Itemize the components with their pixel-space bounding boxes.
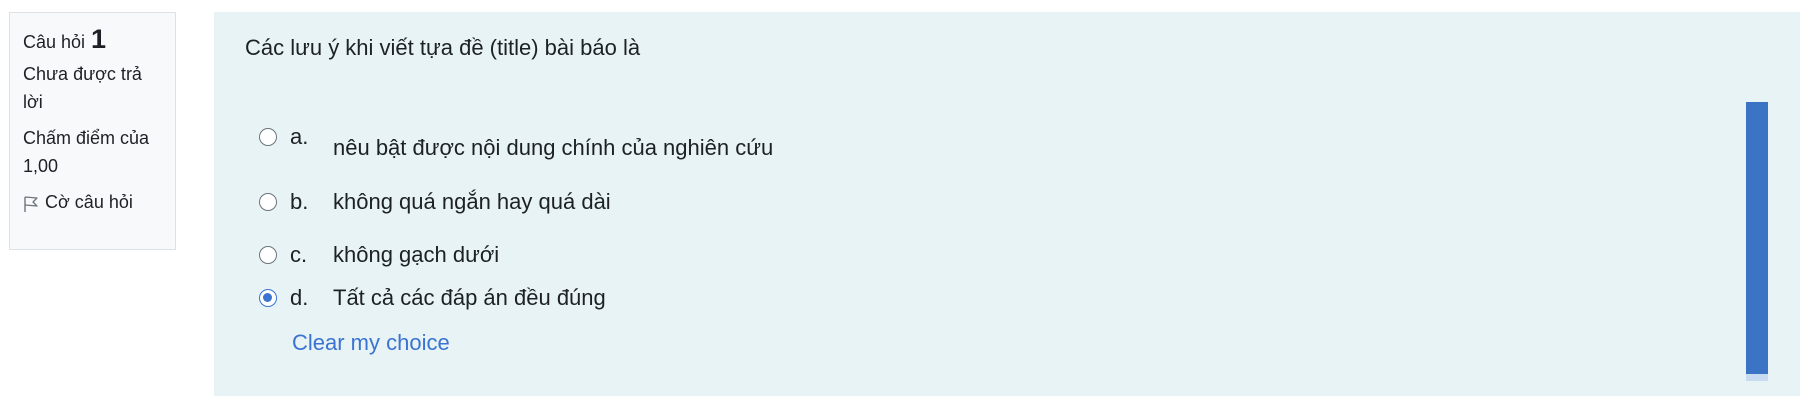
question-status: Chưa được trả lời xyxy=(23,64,142,112)
answer-option-d[interactable]: d. Tất cả các đáp án đều đúng xyxy=(259,283,606,313)
answer-option-a[interactable]: a. nêu bật được nội dung chính của nghiê… xyxy=(259,122,773,163)
question-content-panel: Các lưu ý khi viết tựa đề (title) bài bá… xyxy=(214,12,1800,396)
answer-letter: c. xyxy=(290,242,308,267)
answer-letter: d. xyxy=(290,285,309,310)
scrollbar-thumb[interactable] xyxy=(1746,102,1768,374)
flag-label: Cờ câu hỏi xyxy=(45,192,133,212)
answer-option-c[interactable]: c. không gạch dưới xyxy=(259,240,499,270)
answer-radio-a[interactable] xyxy=(259,128,277,146)
answer-radio-d[interactable] xyxy=(259,289,277,307)
question-number: 1 xyxy=(91,24,107,54)
question-number-row: Câu hỏi 1 xyxy=(23,25,163,56)
scrollbar[interactable] xyxy=(1746,102,1768,381)
answer-letter: a. xyxy=(290,124,309,149)
answer-text: không quá ngắn hay quá dài xyxy=(333,189,611,214)
clear-choice-link[interactable]: Clear my choice xyxy=(292,328,450,358)
answer-radio-c[interactable] xyxy=(259,246,277,264)
question-grade: Chấm điểm của 1,00 xyxy=(23,128,150,176)
flag-question-button[interactable]: Cờ câu hỏi xyxy=(23,188,163,216)
flag-icon xyxy=(23,193,39,212)
answer-option-b[interactable]: b. không quá ngắn hay quá dài xyxy=(259,187,611,217)
answer-letter: b. xyxy=(290,189,309,214)
question-info-panel: Câu hỏi 1 Chưa được trả lời Chấm điểm củ… xyxy=(9,12,176,250)
question-text: Các lưu ý khi viết tựa đề (title) bài bá… xyxy=(245,35,641,60)
answer-radio-b[interactable] xyxy=(259,193,277,211)
question-label: Câu hỏi xyxy=(23,32,86,52)
answer-text: nêu bật được nội dung chính của nghiên c… xyxy=(333,135,774,160)
answer-text: không gạch dưới xyxy=(333,242,500,267)
answer-text: Tất cả các đáp án đều đúng xyxy=(333,285,606,310)
